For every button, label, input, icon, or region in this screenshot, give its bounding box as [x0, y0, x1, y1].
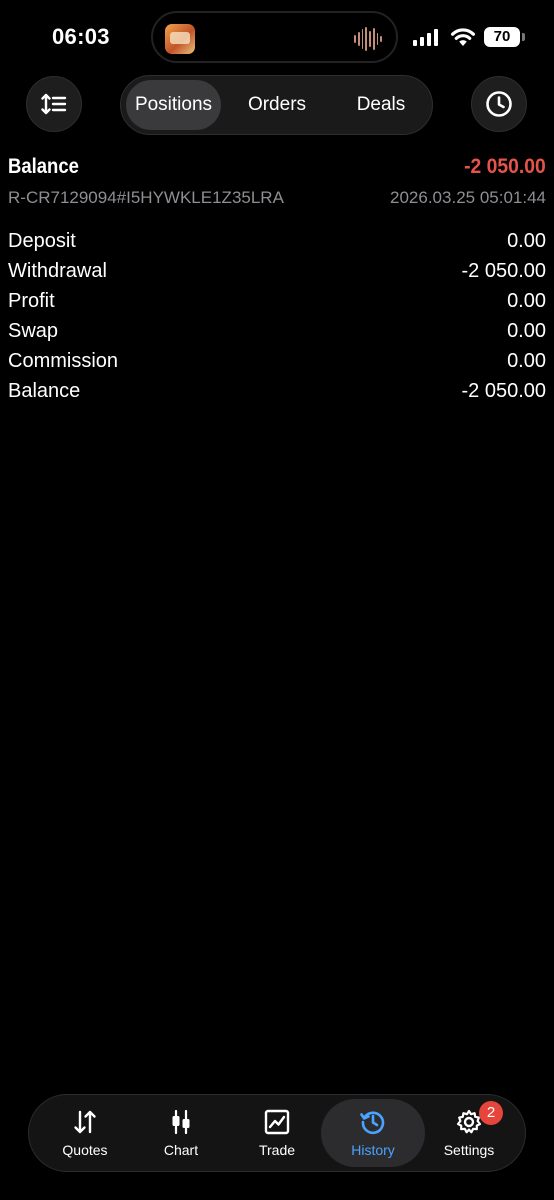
audio-waveform-icon: [354, 27, 382, 51]
cellular-signal-icon: [413, 29, 441, 46]
detail-value: 0.00: [507, 349, 546, 372]
entry-timestamp: 2026.03.25 05:01:44: [390, 188, 546, 207]
detail-row-withdrawal: Withdrawal -2 050.00: [8, 256, 546, 286]
tab-label: Chart: [163, 1142, 199, 1158]
battery-indicator: 70: [484, 27, 520, 47]
settings-badge: 2: [479, 1101, 503, 1125]
history-view-switcher: Positions Orders Deals: [120, 75, 433, 135]
tab-history[interactable]: History: [321, 1099, 425, 1167]
period-button[interactable]: [471, 76, 527, 132]
detail-row-profit: Profit 0.00: [8, 286, 546, 316]
detail-row-deposit: Deposit 0.00: [8, 226, 546, 256]
detail-label: Balance: [8, 379, 81, 402]
tab-deals[interactable]: Deals: [331, 80, 431, 130]
tab-positions[interactable]: Positions: [126, 80, 221, 130]
tab-label: Settings: [443, 1142, 495, 1158]
sort-button[interactable]: [26, 76, 82, 132]
entry-id: R-CR7129094#I5HYWKLE1Z35LRA: [8, 188, 284, 207]
tab-trade[interactable]: Trade: [229, 1099, 325, 1167]
detail-value: -2 050.00: [461, 379, 546, 402]
bottom-tab-bar: Quotes Chart Trade History Settings 2: [28, 1094, 526, 1172]
tab-label: Trade: [258, 1142, 296, 1158]
history-clock-icon: [360, 1111, 385, 1135]
entry-details: Deposit 0.00 Withdrawal -2 050.00 Profit…: [8, 226, 546, 406]
detail-value: 0.00: [507, 319, 546, 342]
arrows-up-down-icon: [74, 1110, 96, 1134]
detail-label: Deposit: [8, 229, 76, 252]
dynamic-island[interactable]: [151, 11, 398, 63]
trend-chart-icon: [264, 1109, 290, 1135]
detail-value: 0.00: [507, 289, 546, 312]
entry-amount: -2 050.00: [464, 155, 546, 178]
tab-label: History: [351, 1142, 395, 1158]
detail-value: -2 050.00: [461, 259, 546, 282]
detail-row-commission: Commission 0.00: [8, 346, 546, 376]
detail-label: Commission: [8, 349, 119, 372]
status-time: 06:03: [52, 24, 110, 49]
wifi-icon: [451, 28, 475, 46]
tab-quotes[interactable]: Quotes: [37, 1099, 133, 1167]
detail-label: Profit: [8, 289, 55, 312]
detail-label: Withdrawal: [8, 259, 107, 282]
clock-icon: [486, 91, 512, 117]
battery-cap: [522, 33, 525, 41]
entry-title: Balance: [8, 155, 79, 178]
detail-row-balance: Balance -2 050.00: [8, 376, 546, 406]
tab-chart[interactable]: Chart: [133, 1099, 229, 1167]
detail-value: 0.00: [507, 229, 546, 252]
tab-label: Quotes: [62, 1142, 108, 1158]
sort-icon: [41, 93, 67, 115]
detail-row-swap: Swap 0.00: [8, 316, 546, 346]
status-bar: 06:03 70: [0, 0, 554, 76]
tab-orders[interactable]: Orders: [227, 80, 327, 130]
candlestick-icon: [172, 1109, 190, 1135]
app-thumbnail-icon: [165, 24, 195, 54]
detail-label: Swap: [8, 319, 59, 342]
